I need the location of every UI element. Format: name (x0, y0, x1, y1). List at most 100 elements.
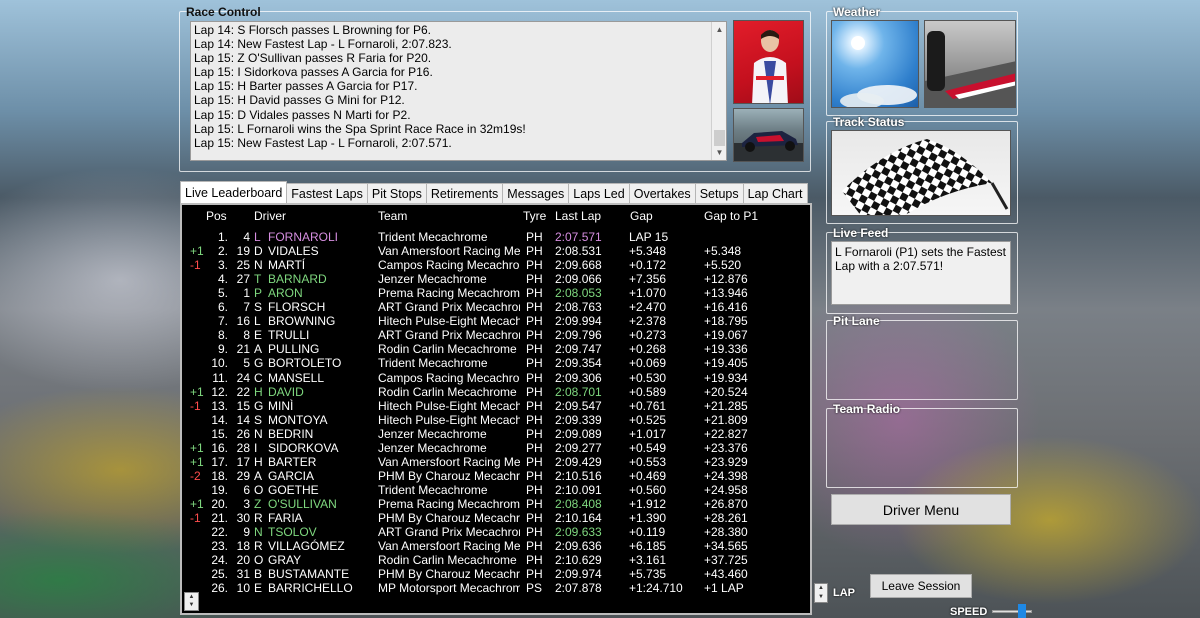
pit-lane-title: Pit Lane (833, 314, 880, 328)
weather-track-image (924, 20, 1016, 108)
table-row[interactable]: 5. 1 P ARON Prema Racing Mecachrom PH 2:08.053… (182, 286, 802, 300)
gap-to-p1: +37.725 (704, 553, 748, 568)
car-number: 19 (236, 244, 250, 259)
team-name: Van Amersfoort Racing Me (378, 454, 520, 469)
driver-initial: I (254, 440, 258, 455)
gap: +7.356 (629, 272, 667, 287)
table-row[interactable]: 23. 18 R VILLAGÓMEZ Van Amersfoort Racing Me… (182, 539, 802, 553)
gap-to-p1: +1 LAP (704, 581, 744, 596)
driver-initial: Z (254, 496, 262, 511)
tyre: PH (526, 511, 543, 525)
header-gap: Gap (630, 209, 653, 223)
leave-session-button[interactable]: Leave Session (870, 574, 972, 598)
track-status-title: Track Status (833, 115, 905, 129)
lap-spinner[interactable]: ▲ ▼ (814, 583, 828, 603)
table-row[interactable]: 22. 9 N TSOLOV ART Grand Prix Mecachror PH 2:0… (182, 525, 802, 539)
gap: +1.070 (629, 286, 667, 301)
table-row[interactable]: 24. 20 O GRAY Rodin Carlin Mecachrome PH 2:10.… (182, 553, 802, 567)
driver-surname: SIDORKOVA (268, 440, 339, 455)
tyre: PH (526, 539, 543, 554)
table-row[interactable]: 7. 16 L BROWNING Hitech Pulse-Eight Mecach PH… (182, 314, 802, 328)
table-row[interactable]: 26. 10 E BARRICHELLO MP Motorsport Mecachrom… (182, 581, 802, 595)
table-row[interactable]: 25. 31 B BUSTAMANTE PHM By Charouz Mecachrc P… (182, 567, 802, 581)
car-number: 31 (236, 567, 250, 582)
tyre: PH (526, 426, 543, 441)
table-row[interactable]: -1 13. 15 G MINÌ Hitech Pulse-Eight Mecach PH 2… (182, 399, 802, 413)
driver-surname: VIDALES (268, 244, 319, 259)
table-row[interactable]: +1 12. 22 H DAVID Rodin Carlin Mecachrome PH 2:… (182, 385, 802, 399)
scroll-thumb[interactable] (714, 130, 725, 146)
tab-lap-chart[interactable]: Lap Chart (742, 183, 808, 203)
tab-messages[interactable]: Messages (502, 183, 570, 203)
tab-retirements[interactable]: Retirements (425, 183, 504, 203)
tab-laps-led[interactable]: Laps Led (568, 183, 630, 203)
tab-pit-stops[interactable]: Pit Stops (366, 183, 427, 203)
driver-surname: MANSELL (268, 370, 325, 385)
table-row[interactable]: 19. 6 O GOETHE Trident Mecachrome PH 2:10.091 +… (182, 483, 802, 497)
gap-to-p1: +24.958 (704, 482, 748, 497)
speed-slider[interactable] (992, 604, 1032, 618)
header-gap-p1: Gap to P1 (704, 209, 759, 223)
scroll-down-icon[interactable]: ▼ (712, 145, 726, 160)
position-change: -2 (190, 468, 201, 483)
driver-initial: G (254, 356, 264, 371)
driver-surname: FARIA (268, 511, 303, 525)
table-row[interactable]: +1 20. 3 Z O'SULLIVAN Prema Racing Mecachrom P… (182, 497, 802, 511)
leaderboard-spinner[interactable]: ▲ ▼ (184, 592, 199, 611)
last-lap: 2:07.878 (555, 581, 602, 596)
driver-surname: PULLING (268, 342, 320, 357)
last-lap: 2:09.339 (555, 412, 602, 427)
driver-initial: H (254, 384, 263, 399)
lap-label: LAP (833, 587, 855, 599)
table-row[interactable]: -1 21. 30 R FARIA PHM By Charouz Mecachrc PH 2:… (182, 511, 802, 525)
gap: +0.553 (629, 454, 667, 469)
table-row[interactable]: 4. 27 T BARNARD Jenzer Mecachrome PH 2:09.066 +… (182, 272, 802, 286)
tab-fastest-laps[interactable]: Fastest Laps (286, 183, 368, 203)
race-control-scrollbar[interactable]: ▲ ▼ (711, 22, 726, 160)
table-row[interactable]: 1. 4 L FORNAROLI Trident Mecachrome PH 2:07.57… (182, 230, 802, 244)
driver-surname: BARTER (268, 454, 317, 469)
position: 23. (211, 539, 228, 554)
table-row[interactable]: +1 2. 19 D VIDALES Van Amersfoort Racing Me PH… (182, 244, 802, 258)
table-row[interactable]: -1 3. 25 N MARTÍ Campos Racing Mecachro PH 2:09… (182, 258, 802, 272)
team-name: ART Grand Prix Mecachror (378, 300, 520, 315)
driver-menu-button[interactable]: Driver Menu (831, 494, 1011, 525)
car-number: 7 (243, 300, 250, 315)
position-change: +1 (190, 384, 204, 399)
live-leaderboard[interactable]: Pos Driver Team Tyre Last Lap Gap Gap to… (180, 203, 812, 615)
race-control-message: Lap 14: New Fastest Lap - L Fornaroli, 2… (194, 37, 452, 52)
table-row[interactable]: 8. 8 E TRULLI ART Grand Prix Mecachror PH 2:09… (182, 328, 802, 342)
last-lap: 2:09.089 (555, 426, 602, 441)
driver-surname: TRULLI (268, 328, 310, 343)
scroll-up-icon[interactable]: ▲ (712, 22, 726, 37)
gap: +0.172 (629, 258, 667, 273)
table-row[interactable]: 10. 5 G BORTOLETO Trident Mecachrome PH 2:09.3… (182, 356, 802, 370)
tab-live-leaderboard[interactable]: Live Leaderboard (180, 181, 288, 203)
tyre: PH (526, 356, 543, 371)
tab-setups[interactable]: Setups (694, 183, 744, 203)
driver-surname: DAVID (268, 384, 304, 399)
car-number: 29 (236, 468, 250, 483)
table-row[interactable]: 15. 26 N BEDRIN Jenzer Mecachrome PH 2:09.089 +… (182, 427, 802, 441)
team-name: Rodin Carlin Mecachrome (378, 384, 517, 399)
car-number: 8 (243, 328, 250, 343)
tyre: PH (526, 314, 543, 329)
last-lap: 2:09.633 (555, 525, 602, 540)
speed-label: SPEED (950, 606, 988, 618)
position-change: +1 (190, 496, 204, 511)
driver-initial: E (254, 581, 263, 596)
gap-to-p1: +19.067 (704, 328, 748, 343)
table-row[interactable]: +1 17. 17 H BARTER Van Amersfoort Racing Me PH… (182, 455, 802, 469)
gap-to-p1: +24.398 (704, 468, 748, 483)
tab-overtakes[interactable]: Overtakes (628, 183, 696, 203)
table-row[interactable]: 6. 7 S FLORSCH ART Grand Prix Mecachror PH 2:0… (182, 300, 802, 314)
table-row[interactable]: 9. 21 A PULLING Rodin Carlin Mecachrome PH 2:0… (182, 342, 802, 356)
race-control-log[interactable]: Lap 14: S Florsch passes L Browning for … (190, 21, 727, 161)
position: 4. (217, 272, 228, 287)
gap: +0.549 (629, 440, 667, 455)
table-row[interactable]: 11. 24 C MANSELL Campos Racing Mecachro PH 2:0… (182, 371, 802, 385)
table-row[interactable]: 14. 14 S MONTOYA Hitech Pulse-Eight Mecach PH… (182, 413, 802, 427)
table-row[interactable]: +1 16. 28 I SIDORKOVA Jenzer Mecachrome PH 2:09… (182, 441, 802, 455)
gap: +2.378 (629, 314, 667, 329)
table-row[interactable]: -2 18. 29 A GARCIA PHM By Charouz Mecachrc PH 2… (182, 469, 802, 483)
